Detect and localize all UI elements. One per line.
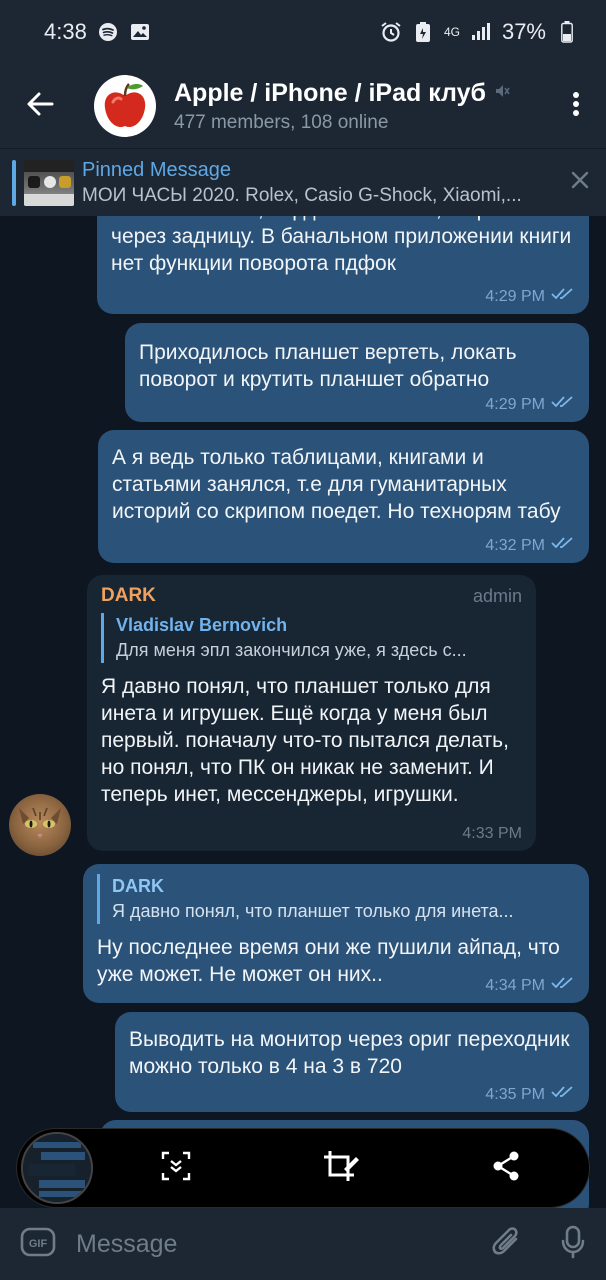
alarm-icon	[380, 21, 402, 43]
message-meta: 4:29 PM	[485, 395, 575, 414]
share-icon	[492, 1151, 520, 1186]
message-time: 4:33 PM	[462, 825, 522, 842]
message-meta: 4:35 PM	[485, 1085, 575, 1104]
message-time: 4:29 PM	[485, 287, 545, 305]
scroll-capture-icon	[161, 1151, 191, 1186]
message-time: 4:34 PM	[485, 976, 545, 994]
message-meta: 4:33 PM	[462, 825, 522, 843]
gif-button[interactable]: GIF	[0, 1227, 76, 1262]
message-bubble[interactable]: Это то заменит, ворд ексель есть, но раб…	[97, 216, 589, 314]
chat-subtitle: 477 members, 108 online	[174, 111, 389, 133]
microphone-icon	[560, 1225, 586, 1264]
pinned-message[interactable]: Pinned Message МОИ ЧАСЫ 2020. Rolex, Cas…	[0, 148, 606, 216]
reply-text: Я давно понял, что планшет только для ин…	[112, 901, 514, 921]
more-button[interactable]	[546, 64, 606, 148]
message-bubble[interactable]: DARK admin Vladislav Bernovich Для меня …	[87, 575, 536, 851]
signal-icon	[470, 21, 492, 43]
message-composer: GIF	[0, 1208, 606, 1280]
svg-text:GIF: GIF	[29, 1238, 48, 1250]
message-list[interactable]: Это то заменит, ворд ексель есть, но раб…	[0, 216, 606, 1208]
message-bubble[interactable]: Выводить на монитор через ориг переходни…	[115, 1012, 589, 1112]
battery-percent: 37%	[501, 19, 546, 44]
reply-text: Для меня эпл закончился уже, я здесь с..…	[116, 640, 467, 660]
message-meta: 4:32 PM	[485, 536, 575, 555]
close-icon	[571, 171, 589, 194]
double-check-icon	[551, 287, 575, 306]
message-bubble[interactable]: Приходилось планшет вертеть, локать пово…	[125, 323, 589, 422]
muted-speaker-icon	[494, 83, 510, 104]
avatar[interactable]	[9, 794, 71, 856]
spotify-icon	[97, 21, 119, 43]
scroll-capture-button[interactable]	[146, 1138, 206, 1198]
share-button[interactable]	[476, 1138, 536, 1198]
status-time: 4:38	[44, 19, 87, 44]
message-time: 4:35 PM	[485, 1085, 545, 1103]
pinned-thumbnail	[24, 159, 74, 206]
pinned-title: Pinned Message	[82, 158, 231, 181]
message-text: Приходилось планшет вертеть, локать пово…	[139, 341, 517, 391]
paperclip-icon	[492, 1225, 522, 1264]
message-input[interactable]	[76, 1214, 474, 1274]
chat-header: Apple / iPhone / iPad клуб 477 members, …	[0, 64, 606, 148]
message-time: 4:32 PM	[485, 536, 545, 554]
message-bubble[interactable]: DARK Я давно понял, что планшет только д…	[83, 864, 589, 1003]
message-text: Я давно понял, что планшет только для ин…	[101, 675, 509, 806]
arrow-left-icon	[26, 91, 54, 122]
battery-saver-icon	[412, 21, 434, 43]
sender-name[interactable]: DARK	[101, 585, 156, 607]
back-button[interactable]	[0, 64, 80, 148]
reply-sender: Vladislav Bernovich	[116, 615, 288, 635]
crop-edit-button[interactable]	[311, 1138, 371, 1198]
double-check-icon	[551, 976, 575, 995]
pinned-close-button[interactable]	[554, 149, 606, 217]
message-meta: 4:34 PM	[485, 976, 575, 995]
double-check-icon	[551, 1085, 575, 1104]
message-text: Это то заменит, ворд ексель есть, но раб…	[111, 216, 572, 275]
status-bar: 4:38 4G 37%	[0, 0, 606, 64]
crop-edit-icon	[322, 1149, 360, 1188]
gif-icon: GIF	[20, 1227, 56, 1262]
more-vertical-icon	[572, 91, 580, 122]
admin-badge: admin	[472, 585, 522, 606]
reply-preview[interactable]: Vladislav Bernovich Для меня эпл закончи…	[101, 613, 522, 663]
pinned-text: МОИ ЧАСЫ 2020. Rolex, Casio G-Shock, Xia…	[82, 184, 522, 206]
screenshot-toolbar	[16, 1128, 590, 1208]
message-bubble[interactable]: А я ведь только таблицами, книгами и ста…	[98, 430, 589, 563]
double-check-icon	[551, 395, 575, 414]
reply-preview[interactable]: DARK Я давно понял, что планшет только д…	[97, 874, 575, 924]
double-check-icon	[551, 536, 575, 555]
message-text: Выводить на монитор через ориг переходни…	[129, 1028, 570, 1078]
attach-button[interactable]	[474, 1225, 540, 1264]
pinned-indicator	[12, 159, 16, 206]
message-text: А я ведь только таблицами, книгами и ста…	[112, 446, 561, 523]
message-time: 4:29 PM	[485, 395, 545, 413]
voice-button[interactable]	[540, 1225, 606, 1264]
group-avatar[interactable]	[94, 75, 156, 137]
reply-sender: DARK	[112, 876, 164, 896]
message-meta: 4:29 PM	[485, 287, 575, 306]
screenshot-thumbnail[interactable]	[21, 1132, 93, 1204]
chat-title[interactable]: Apple / iPhone / iPad клуб	[174, 79, 486, 108]
image-icon	[129, 21, 151, 43]
battery-icon	[556, 21, 578, 43]
network-type: 4G	[443, 24, 460, 39]
